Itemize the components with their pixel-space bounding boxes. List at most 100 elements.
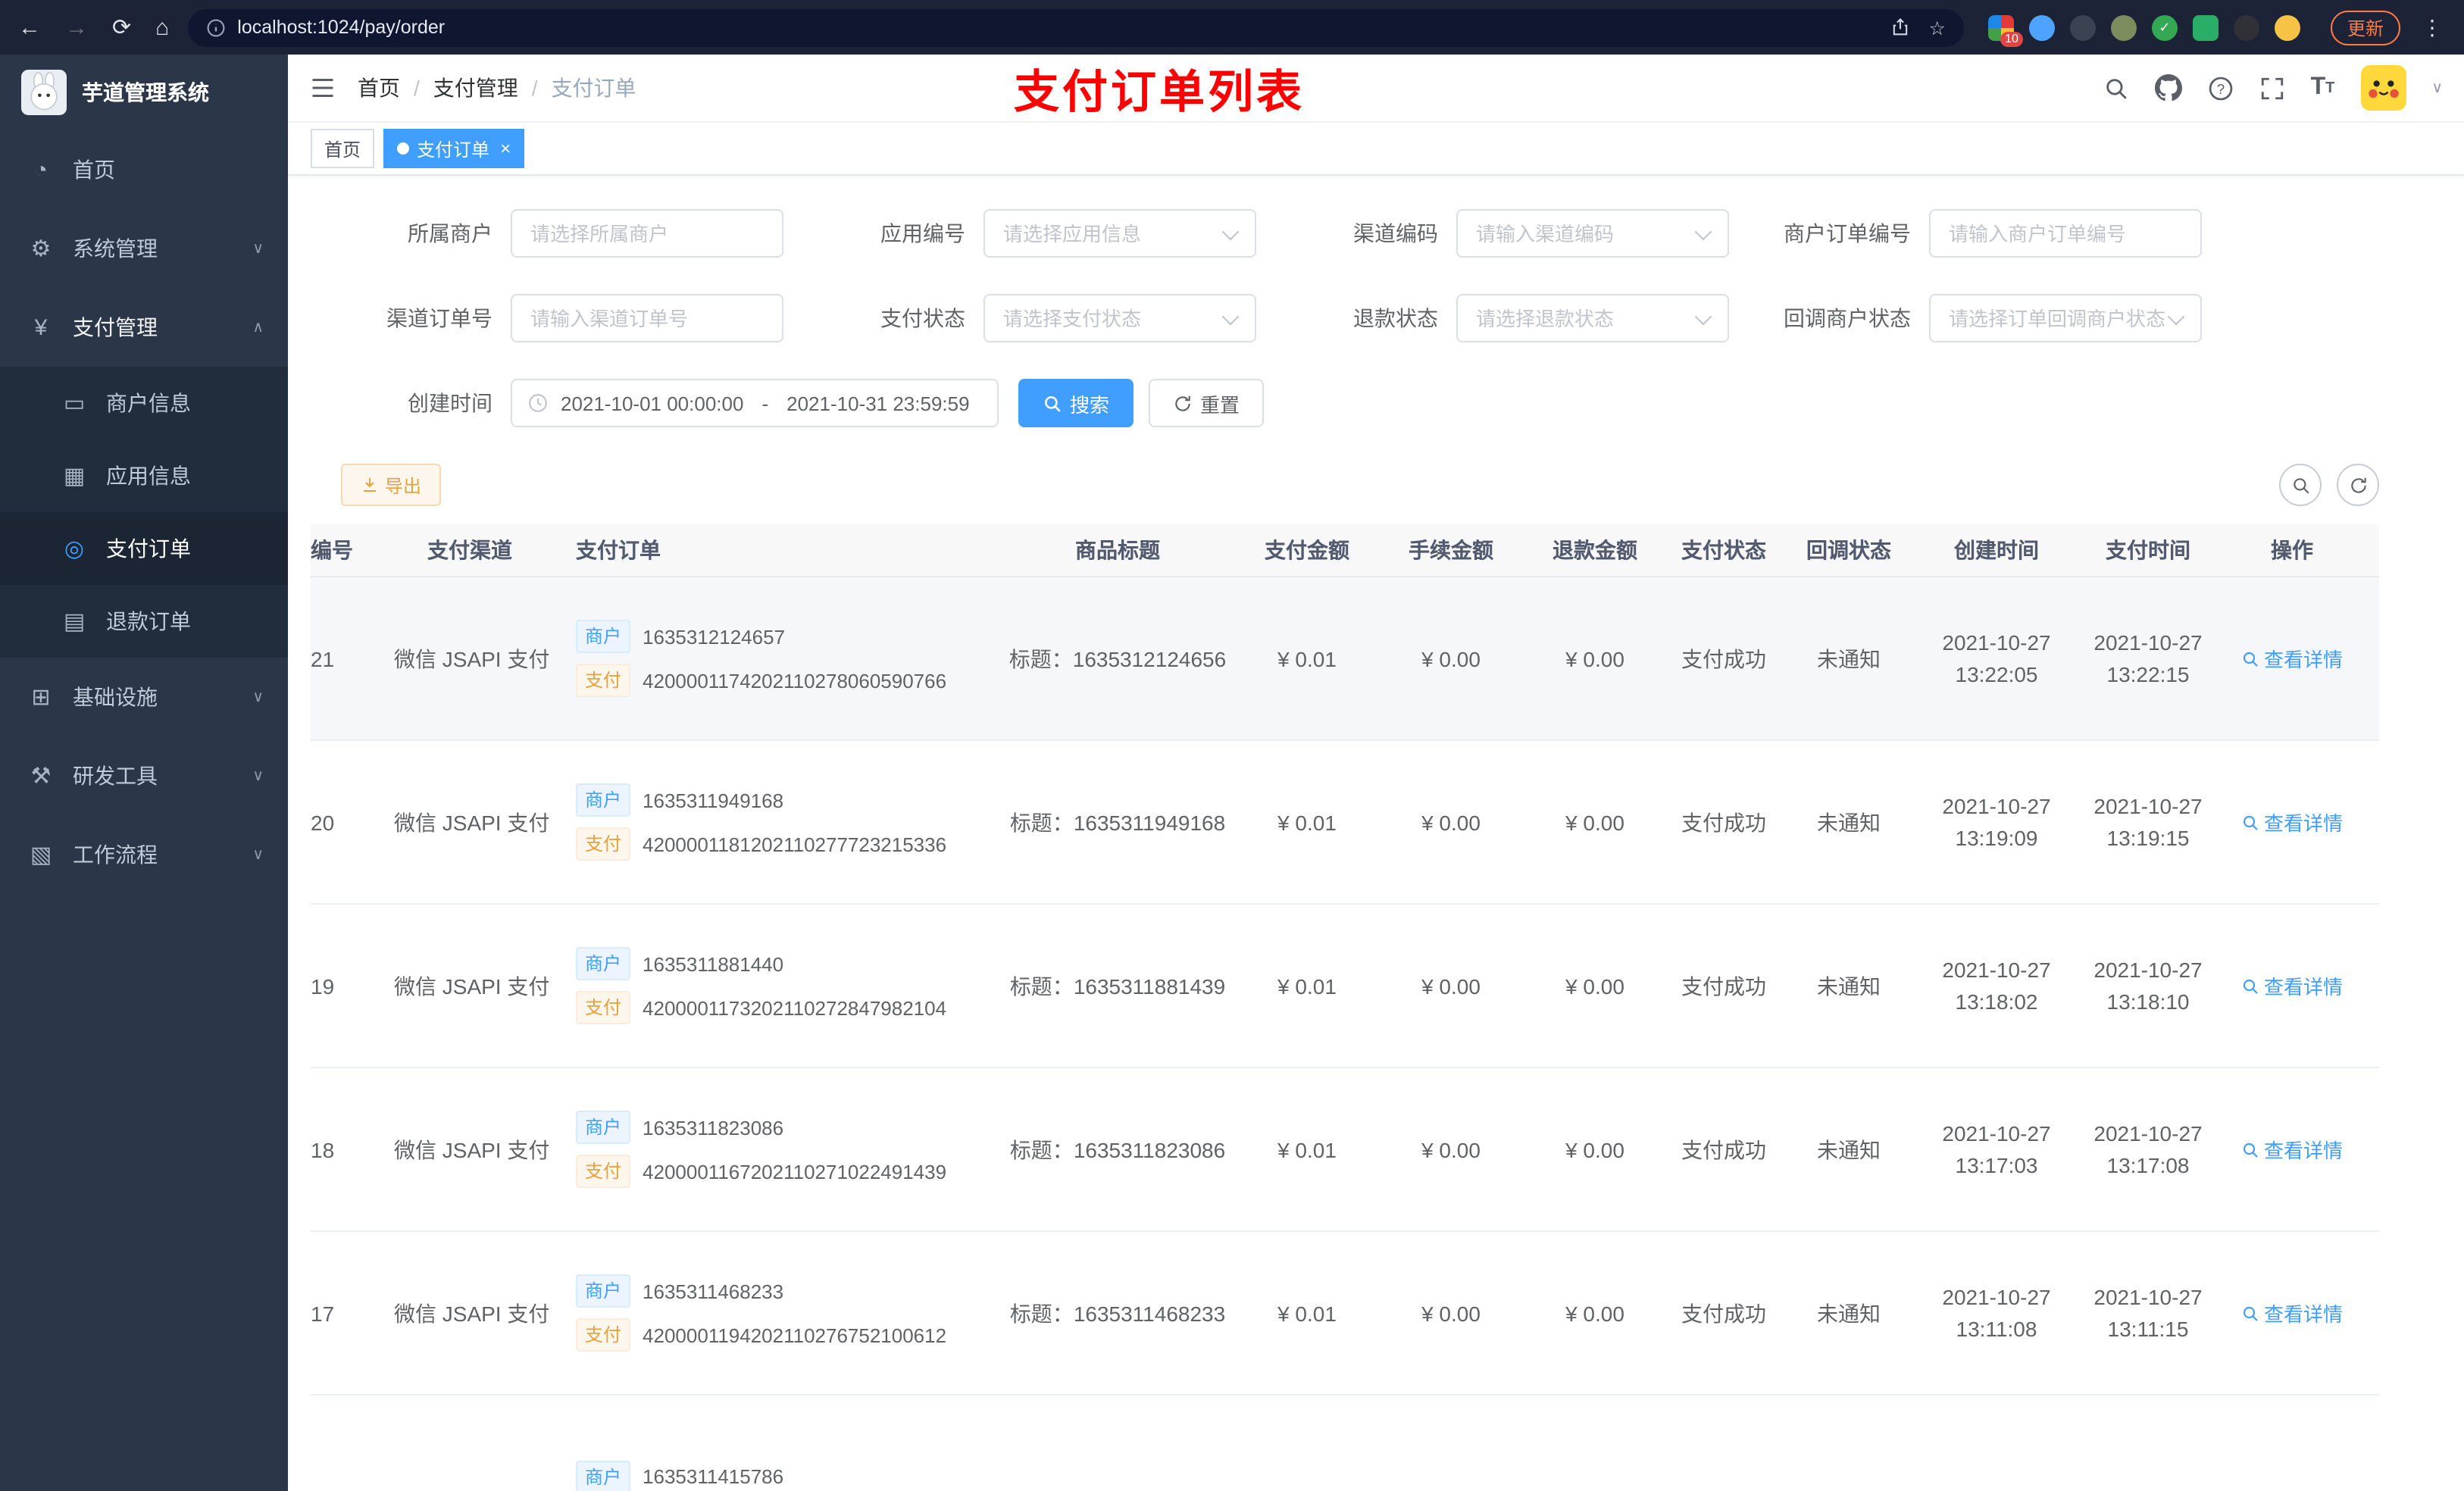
reset-button[interactable]: 重置 [1149,379,1265,427]
cell-notify: 未通知 [1817,974,1881,998]
home-icon[interactable]: ⌂ [155,14,169,40]
merchant-badge: 商户 [576,1274,631,1308]
sidebar-item-workflow[interactable]: ▧ 工作流程 ∨ [0,815,288,894]
app-title: 芋道管理系统 [82,80,209,105]
sidebar-item-payment[interactable]: ¥ 支付管理 ∧ [0,288,288,367]
chevron-down-icon: ∨ [252,689,264,705]
annotation-overlay: 支付订单列表 [1014,68,1305,118]
sidebar-item-merchant-info[interactable]: ▭ 商户信息 [0,367,288,439]
cell-fee: ¥ 0.00 [1421,810,1481,834]
share-icon[interactable] [1890,17,1911,38]
address-bar[interactable]: localhost:1024/pay/order ☆ [187,8,1964,46]
pay-badge: 支付 [576,827,631,861]
url-text[interactable]: localhost:1024/pay/order [237,17,445,38]
sidebar-item-refund-order[interactable]: ▤ 退款订单 [0,585,288,658]
tab-home[interactable]: 首页 [311,129,375,168]
filter-field: 渠道订单号 [311,294,783,342]
table-body: 21 微信 JSAPI 支付 商户 1635312124657 支付 42000… [311,577,2379,1491]
browser-update-button[interactable]: 更新 [2330,10,2400,45]
table-row: 商户 1635311415786 支付 标题： [311,1396,2379,1491]
date-range-input[interactable]: 2021-10-01 00:00:00 - 2021-10-31 23:59:5… [511,379,999,427]
view-detail-link[interactable]: 查看详情 [2241,1299,2343,1327]
extension-icon-6[interactable] [2192,14,2219,40]
extension-badge: 10 [2000,31,2023,46]
avatar[interactable] [2360,65,2406,111]
github-icon[interactable] [2154,74,2182,102]
sidebar-item-app-info[interactable]: ▦ 应用信息 [0,439,288,512]
cell-notify: 未通知 [1817,646,1881,670]
extension-icon-2[interactable] [2028,14,2055,40]
pay-badge: 支付 [576,664,631,697]
help-icon[interactable]: ? [2208,75,2234,101]
column-header: 手续金额 [1409,538,1493,562]
extension-icon-3[interactable] [2069,14,2096,40]
filter-label: 渠道编码 [1353,221,1438,245]
search-icon[interactable] [2103,75,2129,101]
browser-menu-icon[interactable]: ⋮ [2419,14,2446,40]
filter-input[interactable] [511,294,783,342]
font-size-icon[interactable]: TT [2311,74,2335,102]
sidebar-item-dev-tools[interactable]: ⚒ 研发工具 ∨ [0,736,288,815]
refresh-icon[interactable]: ⟳ [112,14,131,41]
extension-icon-7[interactable] [2233,14,2259,40]
chevron-down-icon[interactable]: ∨ [2431,80,2443,96]
extension-icon-1[interactable]: 10 [1987,14,2023,46]
breadcrumb-pay-manage[interactable]: 支付管理 [433,73,518,103]
cell-title: 标题：1635311823086 [1009,1137,1226,1161]
column-header: 操作 [2271,538,2313,562]
cell-pay-time: 2021-10-27 13:17:08 [2093,1121,2203,1177]
filter-input[interactable] [1929,209,2202,258]
fullscreen-icon[interactable] [2259,75,2285,101]
breadcrumb-home[interactable]: 首页 [358,73,400,103]
search-button[interactable]: 搜索 [1018,379,1134,427]
info-icon[interactable] [205,17,225,37]
cell-refund: ¥ 0.00 [1565,1301,1624,1325]
sidebar-item-system[interactable]: ⚙ 系统管理 ∨ [0,209,288,288]
sidebar-item-pay-order[interactable]: ◎ 支付订单 [0,512,288,585]
column-header: 创建时间 [1954,538,2039,562]
chevron-down-icon: ∨ [252,767,264,784]
view-detail-link[interactable]: 查看详情 [2241,971,2343,1000]
menu-fold-icon[interactable] [309,74,336,102]
view-detail-link[interactable]: 查看详情 [2241,644,2343,673]
filter-input[interactable] [983,209,1256,258]
merchant-badge: 商户 [576,1460,631,1491]
cell-id: 17 [311,1301,335,1325]
extension-icon-4[interactable] [2110,14,2137,40]
tools-icon: ⚒ [30,764,52,789]
filter-input[interactable] [1456,209,1729,258]
filter-input[interactable] [511,209,783,258]
column-header: 支付状态 [1681,538,1766,562]
page-content: 所属商户 应用编号 渠道编码 商户订单编号 渠道订单号 [288,176,2464,1491]
cell-pay-order: 商户 1635311823086 支付 42000011672021102710… [546,1100,1000,1199]
screen: ← → ⟳ ⌂ localhost:1024/pay/order ☆ 10 ✓ [0,0,2464,1491]
filter-input[interactable] [983,294,1256,342]
forward-icon[interactable]: → [65,14,88,40]
refresh-table-button[interactable] [2337,464,2379,506]
extension-icon-8[interactable] [2274,14,2300,40]
tab-pay-order[interactable]: 支付订单 × [383,129,525,168]
filter-field: 回调商户状态 [1729,294,2202,342]
close-icon[interactable]: × [500,138,511,159]
extension-icon-5[interactable]: ✓ [2151,14,2178,40]
toggle-search-button[interactable] [2279,464,2322,506]
view-detail-link[interactable]: 查看详情 [2241,1135,2343,1164]
cell-notify: 未通知 [1817,1137,1881,1161]
view-detail-link[interactable]: 查看详情 [2241,808,2343,836]
cell-fee: ¥ 0.00 [1421,646,1481,670]
date-start[interactable]: 2021-10-01 00:00:00 [561,392,743,414]
filter-input[interactable] [1456,294,1729,342]
back-icon[interactable]: ← [18,14,41,40]
star-icon[interactable]: ☆ [1929,16,1946,39]
cell-notify: 未通知 [1817,1301,1881,1325]
export-button[interactable]: 导出 [341,464,442,506]
filter-input[interactable] [1929,294,2202,342]
sidebar-item-infrastructure[interactable]: ⊞ 基础设施 ∨ [0,658,288,736]
date-end[interactable]: 2021-10-31 23:59:59 [786,392,969,414]
breadcrumb-pay-order: 支付订单 [551,76,636,100]
cell-create-time: 2021-10-27 13:11:08 [1942,1284,2051,1340]
active-dot [397,142,410,155]
cell-pay-time: 2021-10-27 13:11:15 [2093,1284,2203,1340]
cell-status: 支付成功 [1681,646,1766,670]
sidebar-item-home[interactable]: ◔ 首页 [0,130,288,209]
